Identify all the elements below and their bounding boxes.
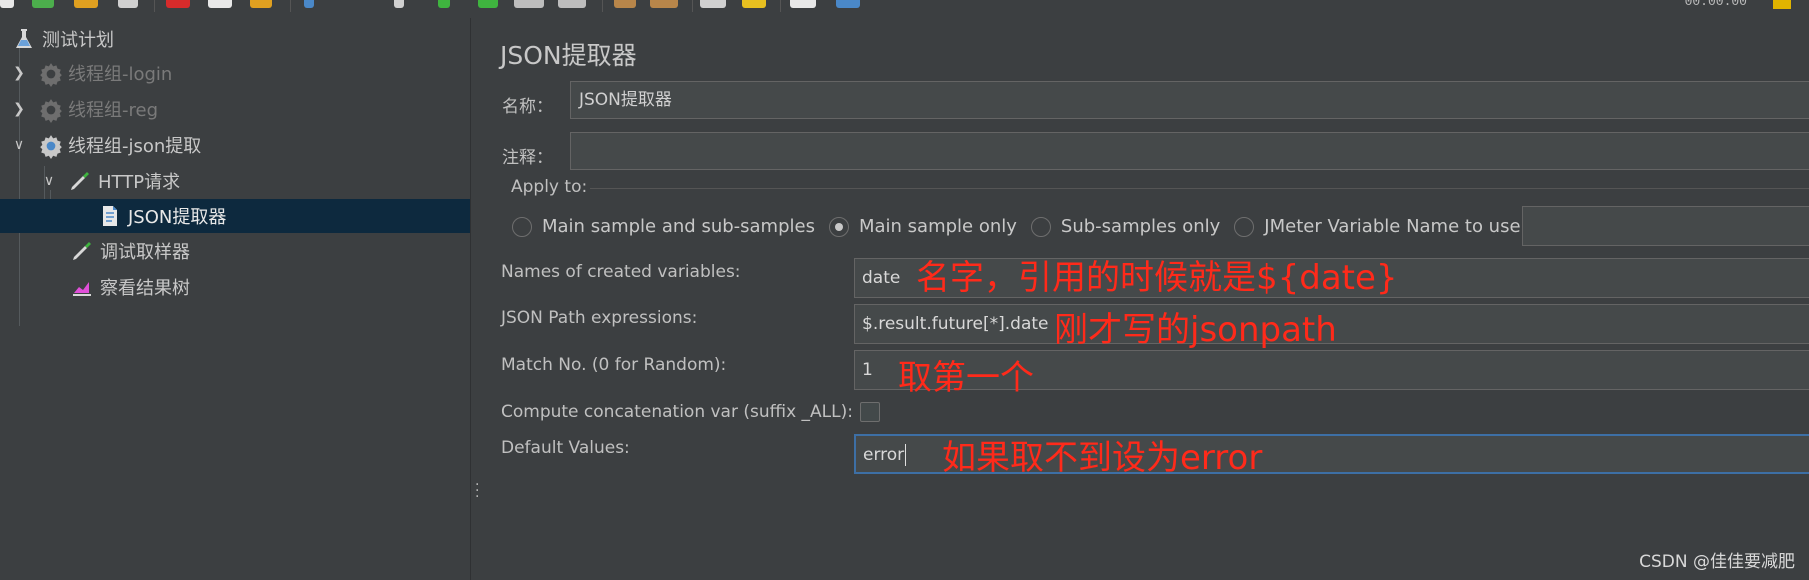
compute-concatenation-checkbox[interactable] — [860, 402, 880, 422]
start-no-pauses-icon[interactable] — [478, 0, 498, 8]
copy-icon[interactable] — [208, 0, 232, 8]
expand-icon[interactable] — [304, 0, 314, 8]
radio-button[interactable] — [512, 216, 532, 237]
reset-search-icon[interactable] — [742, 0, 766, 8]
chevron-down-icon[interactable]: ∨ — [12, 138, 26, 152]
paste-icon[interactable] — [250, 0, 272, 8]
tree-item-label: 线程组-reg — [68, 100, 158, 121]
warning-icon[interactable] — [1773, 0, 1791, 9]
toolbar-separator — [780, 0, 781, 12]
function-helper-icon[interactable] — [790, 0, 816, 8]
shutdown-icon[interactable] — [558, 0, 586, 8]
split-pane-divider[interactable]: · · · — [470, 18, 486, 580]
radio-sub-samples-only[interactable]: Sub-samples only — [1030, 216, 1221, 237]
toolbar: 00:00:00 — [0, 0, 1809, 19]
apply-to-separator — [590, 188, 1809, 189]
pipette-icon — [68, 169, 92, 193]
help-icon[interactable] — [836, 0, 860, 8]
clear-all-icon[interactable] — [650, 0, 678, 8]
document-icon — [98, 204, 122, 228]
tree-item-label: 线程组-json提取 — [68, 136, 202, 157]
search-icon[interactable] — [700, 0, 726, 8]
tree-item-test-plan[interactable]: 测试计划 — [0, 22, 482, 56]
compute-concatenation-label: Compute concatenation var (suffix _ALL): — [501, 402, 853, 422]
tree-item-debug-sampler[interactable]: 调试取样器 — [0, 234, 540, 268]
chevron-right-icon[interactable]: ❯ — [12, 102, 26, 116]
tree-item-label: 调试取样器 — [100, 242, 190, 263]
json-path-expressions-label: JSON Path expressions: — [501, 308, 698, 328]
tree-item-label: HTTP请求 — [98, 172, 181, 193]
radio-label: Sub-samples only — [1060, 216, 1221, 237]
jmeter-variable-name-field[interactable] — [1522, 206, 1809, 246]
radio-button[interactable] — [1234, 216, 1255, 237]
radio-label: Main sample only — [858, 216, 1017, 237]
comment-label: 注释： — [502, 148, 553, 168]
start-icon[interactable] — [438, 0, 450, 8]
test-plan-tree: 测试计划 ❯ 线程组-login ❯ 线程组-reg ∨ 线程组-json提取 … — [0, 18, 568, 580]
toolbar-separator — [290, 0, 291, 12]
apply-to-label: Apply to: — [511, 177, 588, 197]
stop-icon[interactable] — [514, 0, 544, 8]
open-icon[interactable] — [74, 0, 98, 8]
elapsed-time-readout: 00:00:00 — [1684, 0, 1747, 9]
comment-field[interactable] — [570, 132, 1809, 170]
toolbar-separator — [154, 0, 155, 12]
chart-icon — [70, 275, 94, 299]
flask-icon — [12, 27, 36, 51]
tree-item-label: JSON提取器 — [128, 207, 227, 228]
annotation-json-path: 刚才写的jsonpath — [1054, 310, 1337, 350]
default-values-text: error — [863, 445, 905, 465]
tree-item-thread-group-login[interactable]: ❯ 线程组-login — [0, 56, 482, 90]
gear-icon — [38, 61, 62, 87]
save-icon[interactable] — [118, 0, 138, 8]
new-icon[interactable] — [0, 0, 14, 8]
drag-handle-icon[interactable]: · · · — [475, 478, 479, 504]
clear-icon[interactable] — [614, 0, 636, 8]
gear-icon — [38, 97, 62, 123]
tree-item-label: 线程组-login — [68, 64, 173, 85]
toolbar-separator — [692, 0, 693, 12]
radio-label: JMeter Variable Name to use — [1264, 216, 1521, 237]
tree-item-thread-group-reg[interactable]: ❯ 线程组-reg — [0, 92, 482, 126]
watermark: CSDN @佳佳要减肥 — [1639, 552, 1795, 572]
tree-item-view-results-tree[interactable]: 察看结果树 — [0, 270, 540, 304]
tree-item-label: 察看结果树 — [100, 278, 190, 299]
text-caret — [905, 444, 907, 466]
radio-button-selected[interactable] — [828, 216, 849, 237]
toggle-icon[interactable] — [394, 0, 404, 8]
tree-item-label: 测试计划 — [42, 30, 114, 51]
json-extractor-panel: JSON提取器 名称： JSON提取器 注释： Apply to: Main s… — [486, 18, 1809, 580]
name-label: 名称： — [502, 97, 553, 117]
radio-main-sample-only[interactable]: Main sample only — [828, 216, 1017, 237]
pipette-icon — [70, 239, 94, 263]
tree-item-thread-group-json[interactable]: ∨ 线程组-json提取 — [0, 128, 482, 162]
radio-main-and-sub-samples[interactable]: Main sample and sub-samples — [512, 216, 815, 237]
match-no-label: Match No. (0 for Random): — [501, 355, 727, 375]
default-values-label: Default Values: — [501, 438, 630, 458]
names-of-created-variables-label: Names of created variables: — [501, 262, 741, 282]
annotation-default-values: 如果取不到设为error — [942, 438, 1263, 478]
chevron-down-icon[interactable]: ∨ — [42, 174, 56, 188]
apply-to-options: Main sample and sub-samples Main sample … — [512, 216, 1535, 237]
page-title: JSON提取器 — [500, 41, 637, 70]
chevron-right-icon[interactable]: ❯ — [12, 66, 26, 80]
templates-icon[interactable] — [32, 0, 54, 8]
radio-label: Main sample and sub-samples — [542, 216, 815, 237]
cut-icon[interactable] — [166, 0, 190, 8]
gear-icon — [38, 133, 62, 159]
toolbar-separator — [602, 0, 603, 12]
annotation-names: 名字，引用的时候就是${date} — [916, 258, 1398, 298]
annotation-match-no: 取第一个 — [898, 358, 1034, 398]
name-field[interactable]: JSON提取器 — [570, 81, 1809, 119]
radio-button[interactable] — [1030, 216, 1051, 237]
radio-jmeter-variable[interactable]: JMeter Variable Name to use — [1234, 216, 1521, 237]
tree-item-http-request[interactable]: ∨ HTTP请求 — [0, 164, 512, 198]
